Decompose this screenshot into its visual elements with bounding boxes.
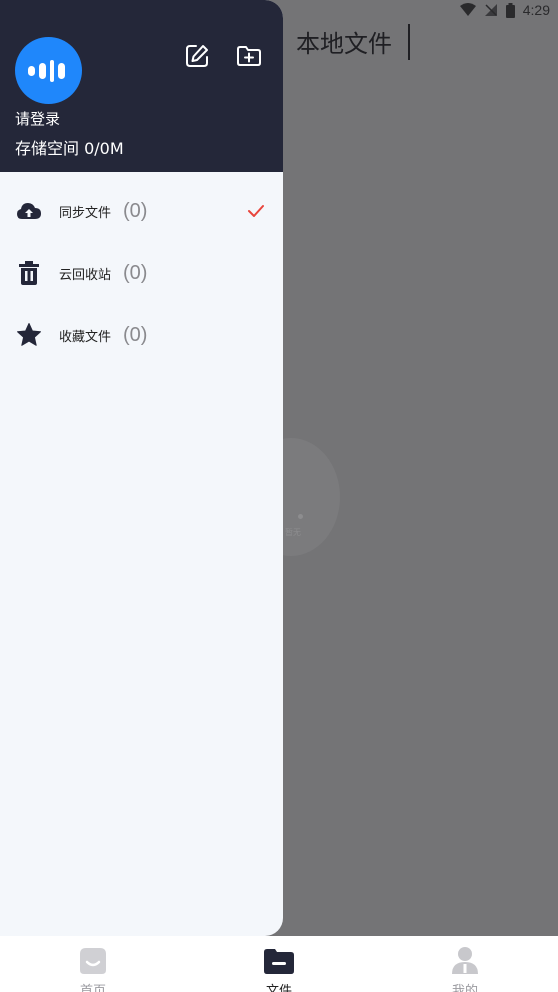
status-time: 4:29: [522, 2, 550, 18]
nav-label: 首页: [79, 984, 106, 992]
wifi-icon: [459, 3, 476, 16]
audio-wave-icon: [27, 59, 65, 82]
star-icon: [16, 322, 42, 348]
profile-icon: [448, 944, 482, 976]
menu-item-favorite-files[interactable]: 收藏文件 (0): [0, 304, 283, 366]
drawer-menu: 同步文件 (0) 云回收站 (0) 收藏文件 (0): [0, 180, 283, 366]
check-icon: [248, 205, 264, 217]
menu-item-sync-files[interactable]: 同步文件 (0): [0, 180, 283, 242]
menu-count: (0): [123, 199, 148, 222]
menu-count: (0): [123, 323, 148, 346]
text-cursor: [408, 24, 410, 60]
avatar[interactable]: [15, 37, 82, 104]
navigation-drawer: 请登录 存储空间 0/0M 同步文件 (0) 云回收站 (0) 收藏文件 (0): [0, 0, 283, 936]
nav-label: 文件: [265, 984, 292, 992]
nav-item-profile[interactable]: 我的: [372, 936, 558, 992]
menu-item-cloud-recycle-bin[interactable]: 云回收站 (0): [0, 242, 283, 304]
edit-icon: [186, 45, 208, 67]
file-icon: [262, 944, 296, 976]
empty-state-label: 暂无: [285, 528, 301, 537]
empty-state-dot: [298, 514, 303, 519]
battery-icon: [505, 2, 515, 18]
cloud-upload-icon: [16, 198, 42, 224]
nav-label: 我的: [451, 984, 478, 992]
home-icon: [76, 944, 110, 976]
status-indicators: 4:29: [459, 2, 550, 18]
drawer-header: 请登录 存储空间 0/0M: [0, 0, 283, 172]
nav-item-files[interactable]: 文件: [186, 936, 372, 992]
menu-label: 同步文件: [59, 205, 112, 221]
storage-info: 存储空间 0/0M: [15, 139, 124, 158]
signal-icon: [484, 4, 497, 16]
menu-label: 云回收站: [59, 267, 112, 283]
folder-plus-icon: [237, 46, 261, 66]
page-title: 本地文件: [296, 30, 392, 58]
menu-count: (0): [123, 261, 148, 284]
trash-icon: [16, 260, 42, 286]
bottom-navigation: 首页 文件 我的: [0, 936, 558, 992]
login-link[interactable]: 请登录: [15, 108, 60, 129]
edit-button[interactable]: [184, 43, 210, 69]
menu-label: 收藏文件: [59, 329, 112, 345]
add-folder-button[interactable]: [236, 43, 262, 69]
nav-item-home[interactable]: 首页: [0, 936, 186, 992]
